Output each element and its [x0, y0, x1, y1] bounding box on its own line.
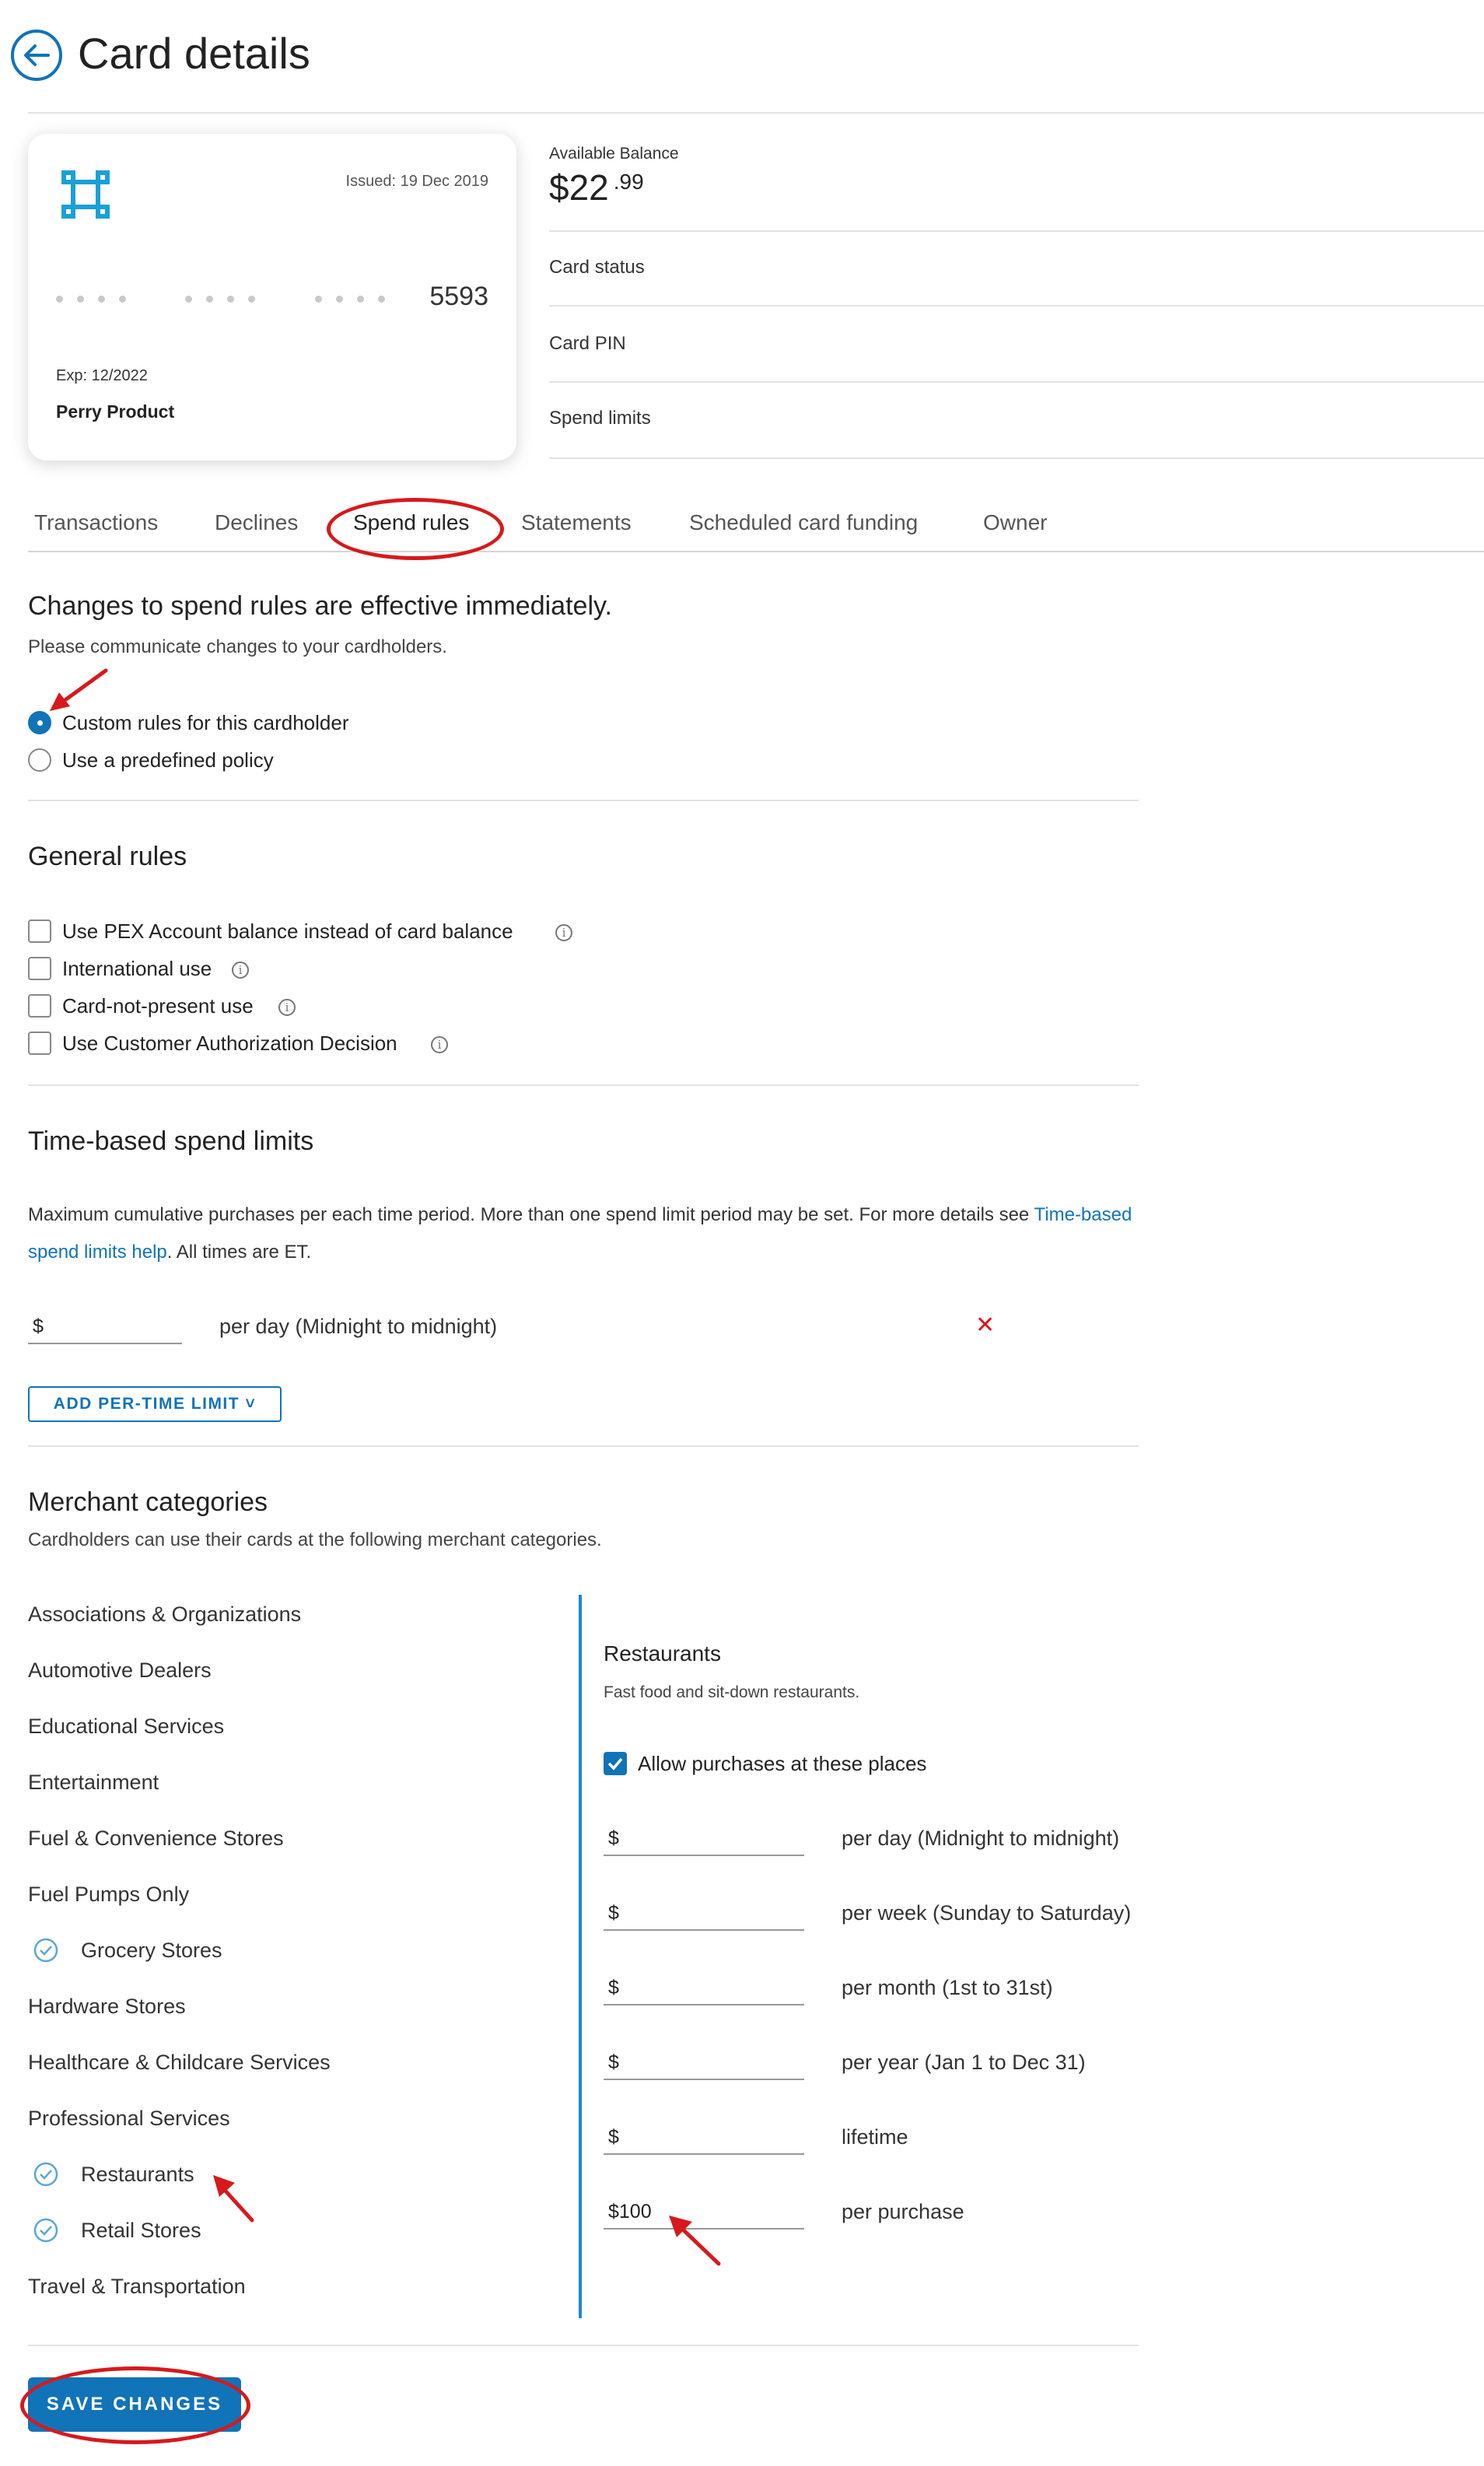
pex-balance-label[interactable]: Use PEX Account balance instead of card … — [62, 919, 513, 944]
tab-owner[interactable]: Owner — [983, 510, 1047, 535]
tab-scheduled-card-funding[interactable]: Scheduled card funding — [689, 510, 918, 535]
header-divider — [28, 112, 1484, 114]
restaurant-weekly-limit-input[interactable]: $ — [604, 1900, 804, 1931]
checkmark-icon — [607, 1757, 623, 1771]
card-pin-row[interactable]: Card PIN — [549, 333, 626, 355]
pex-balance-checkbox[interactable] — [28, 919, 51, 943]
info-icon[interactable]: i — [555, 924, 572, 941]
remove-limit-close-icon[interactable]: ✕ — [975, 1312, 995, 1339]
restaurant-per-purchase-limit-period: per purchase — [842, 2200, 964, 2223]
category-associations[interactable]: Associations & Organizations — [28, 1603, 301, 1627]
card-holder-name: Perry Product — [56, 401, 175, 422]
info-divider — [549, 230, 1484, 232]
add-limit-label: ADD PER-TIME LIMIT — [53, 1395, 240, 1413]
annotation-circle — [20, 2366, 250, 2444]
card-not-present-checkbox[interactable] — [28, 994, 51, 1018]
info-icon[interactable]: i — [431, 1036, 448, 1053]
info-divider — [549, 305, 1484, 306]
annotation-arrow — [213, 2175, 254, 2223]
category-detail-divider — [579, 1595, 582, 2318]
restaurant-monthly-limit-period: per month (1st to 31st) — [842, 1976, 1053, 1999]
info-divider — [549, 381, 1484, 383]
section-divider — [28, 800, 1139, 801]
add-per-time-limit-button[interactable]: ADD PER-TIME LIMIT ˅ — [28, 1386, 282, 1422]
category-restaurants[interactable]: Restaurants — [81, 2163, 194, 2187]
general-rules-heading: General rules — [28, 842, 187, 871]
category-fuel-convenience[interactable]: Fuel & Convenience Stores — [28, 1827, 284, 1851]
time-limits-heading: Time-based spend limits — [28, 1126, 314, 1156]
tab-divider — [28, 551, 1484, 552]
allow-purchases-label[interactable]: Allow purchases at these places — [638, 1752, 926, 1776]
card-expiry: Exp: 12/2022 — [56, 367, 148, 384]
back-button[interactable] — [11, 30, 62, 81]
category-grocery[interactable]: Grocery Stores — [81, 1939, 222, 1963]
payment-card: Issued: 19 Dec 2019 5593 Exp: 12/2022 Pe… — [28, 134, 516, 461]
annotation-arrow — [669, 2216, 721, 2266]
category-entertainment[interactable]: Entertainment — [28, 1771, 159, 1795]
restaurant-lifetime-limit-input[interactable]: $ — [604, 2124, 804, 2155]
card-status-row[interactable]: Card status — [549, 257, 645, 278]
card-masked-number — [56, 292, 441, 306]
restaurant-monthly-limit-input[interactable]: $ — [604, 1974, 804, 2005]
daily-limit-input[interactable]: $ — [28, 1313, 182, 1344]
restaurant-yearly-limit-period: per year (Jan 1 to Dec 31) — [842, 2051, 1086, 2074]
category-fuel-pumps[interactable]: Fuel Pumps Only — [28, 1883, 189, 1907]
info-divider — [549, 457, 1484, 459]
spend-rules-heading: Changes to spend rules are effective imm… — [28, 591, 612, 621]
section-divider — [28, 1084, 1139, 1086]
time-limits-desc-end: . All times are ET. — [166, 1242, 312, 1263]
restaurant-yearly-limit-input[interactable]: $ — [604, 2049, 804, 2080]
merchant-heading: Merchant categories — [28, 1487, 268, 1517]
merchant-subheading: Cardholders can use their cards at the f… — [28, 1529, 602, 1550]
chevron-down-icon: ˅ — [240, 1395, 257, 1413]
restaurant-daily-limit-period: per day (Midnight to midnight) — [842, 1827, 1120, 1850]
category-professional[interactable]: Professional Services — [28, 2107, 230, 2131]
allow-purchases-checkbox[interactable] — [604, 1752, 627, 1775]
command-key-icon — [61, 170, 110, 219]
category-automotive[interactable]: Automotive Dealers — [28, 1659, 212, 1683]
tab-declines[interactable]: Declines — [215, 510, 298, 535]
check-circle-icon — [33, 2218, 58, 2243]
balance-value: $22.99 — [549, 166, 644, 208]
info-icon[interactable]: i — [232, 962, 249, 979]
tab-transactions[interactable]: Transactions — [34, 510, 158, 535]
category-detail-title: Restaurants — [604, 1641, 721, 1666]
info-icon[interactable]: i — [278, 999, 296, 1016]
restaurant-daily-limit-input[interactable]: $ — [604, 1825, 804, 1856]
international-use-label[interactable]: International use — [62, 957, 212, 981]
balance-cents: .99 — [613, 170, 644, 194]
time-limits-desc-text: Maximum cumulative purchases per each ti… — [28, 1204, 1034, 1225]
category-retail[interactable]: Retail Stores — [81, 2219, 201, 2243]
restaurant-weekly-limit-period: per week (Sunday to Saturday) — [842, 1901, 1132, 1925]
section-divider — [28, 1445, 1139, 1447]
predefined-policy-label[interactable]: Use a predefined policy — [62, 748, 274, 772]
customer-auth-label[interactable]: Use Customer Authorization Decision — [62, 1032, 397, 1056]
page-title: Card details — [78, 29, 310, 78]
annotation-circle — [327, 498, 504, 560]
spend-limits-row[interactable]: Spend limits — [549, 408, 651, 429]
category-hardware[interactable]: Hardware Stores — [28, 1995, 186, 2019]
balance-main: $22 — [549, 167, 609, 208]
check-circle-icon — [33, 1938, 58, 1963]
customer-auth-checkbox[interactable] — [28, 1032, 51, 1055]
category-educational[interactable]: Educational Services — [28, 1715, 224, 1739]
tab-statements[interactable]: Statements — [521, 510, 632, 535]
category-detail-description: Fast food and sit-down restaurants. — [604, 1683, 860, 1701]
category-healthcare[interactable]: Healthcare & Childcare Services — [28, 2051, 331, 2075]
daily-limit-period: per day (Midnight to midnight) — [219, 1315, 498, 1338]
international-use-checkbox[interactable] — [28, 957, 51, 980]
card-last4: 5593 — [429, 282, 488, 311]
card-issued-date: Issued: 19 Dec 2019 — [345, 173, 488, 190]
balance-label: Available Balance — [549, 145, 679, 163]
arrow-left-icon — [24, 44, 50, 66]
category-travel[interactable]: Travel & Transportation — [28, 2275, 246, 2299]
spend-rules-subheading: Please communicate changes to your cardh… — [28, 636, 447, 657]
restaurant-lifetime-limit-period: lifetime — [842, 2125, 908, 2149]
section-divider — [28, 2345, 1139, 2346]
card-not-present-label[interactable]: Card-not-present use — [62, 994, 254, 1018]
time-limits-description: Maximum cumulative purchases per each ti… — [28, 1196, 1132, 1271]
check-circle-icon — [33, 2162, 58, 2187]
predefined-policy-radio[interactable] — [28, 748, 51, 772]
annotation-arrow — [50, 668, 108, 711]
